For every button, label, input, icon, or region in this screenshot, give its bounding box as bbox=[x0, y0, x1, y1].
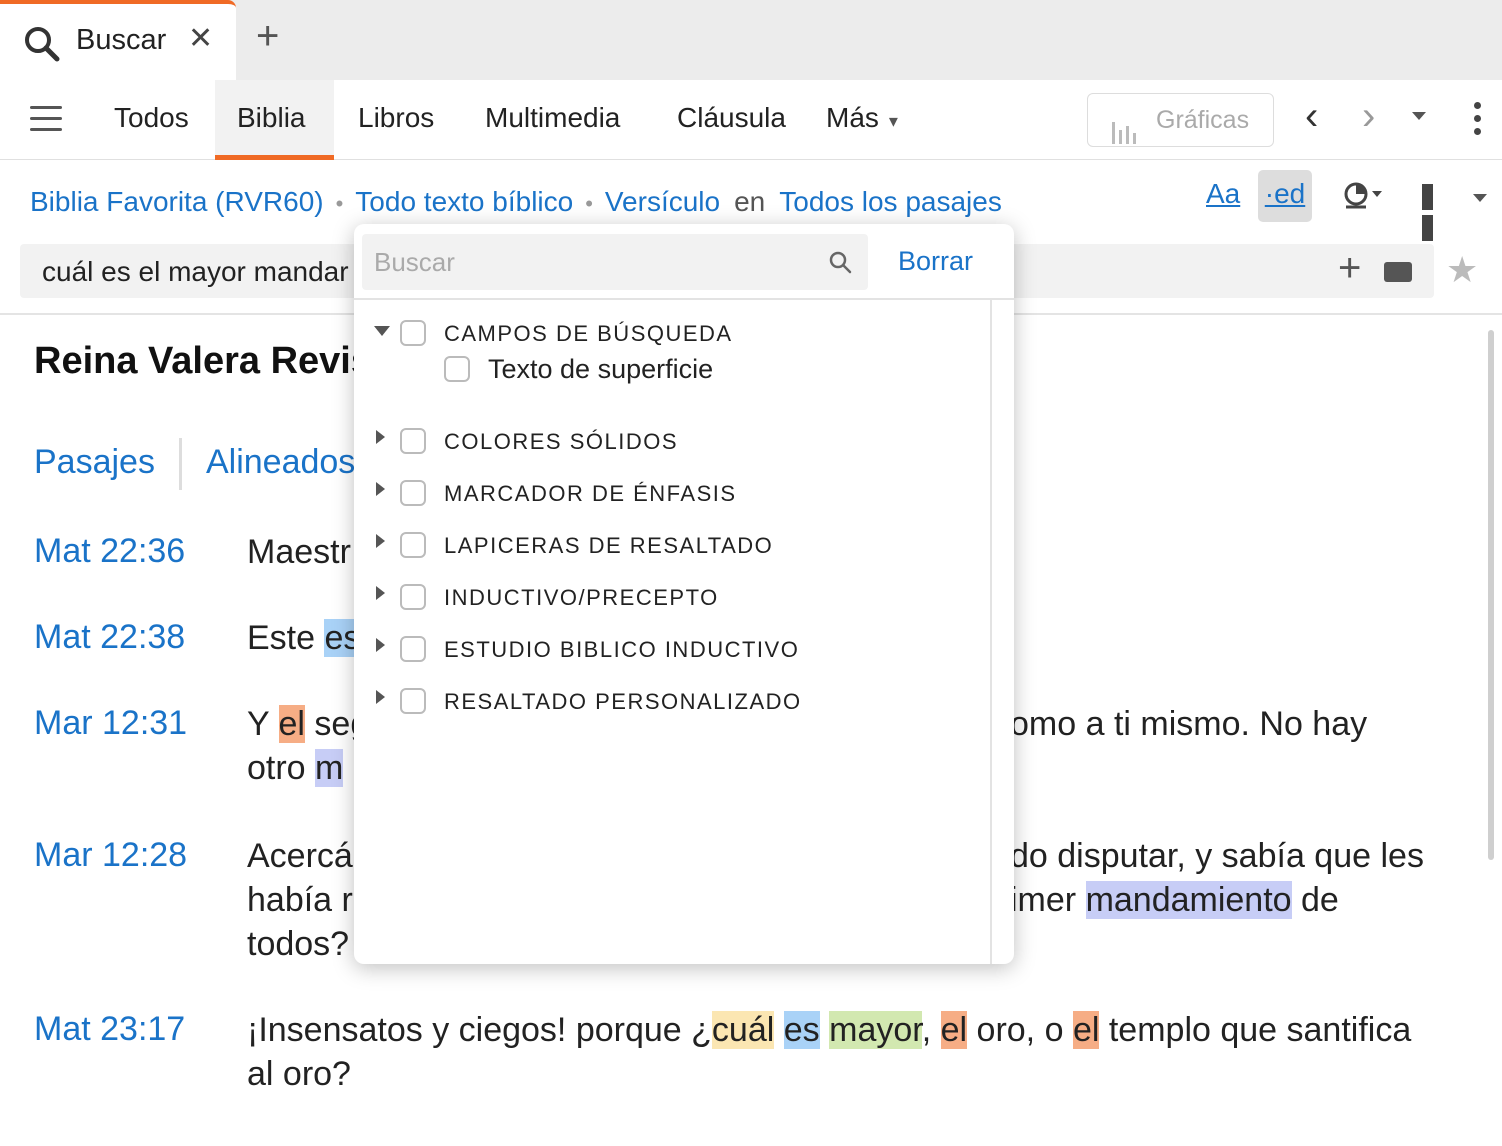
verse-ref[interactable]: Mat 23:17 bbox=[34, 1010, 185, 1049]
checkbox[interactable] bbox=[400, 636, 426, 662]
layout-columns-icon[interactable] bbox=[1422, 184, 1450, 241]
checkbox[interactable] bbox=[400, 480, 426, 506]
tab-search[interactable]: Buscar ✕ bbox=[0, 0, 236, 80]
results-scrollbar[interactable] bbox=[1488, 330, 1494, 860]
verse-text: ¡Insensatos y ciegos! porque ¿cuál es ma… bbox=[247, 1011, 1412, 1093]
search-criteria: Biblia Favorita (RVR60) • Todo texto bíbli… bbox=[30, 186, 1002, 217]
bar-chart-icon bbox=[1112, 110, 1142, 162]
checkbox[interactable] bbox=[400, 688, 426, 714]
star-icon[interactable]: ★ bbox=[1446, 252, 1478, 288]
search-icon bbox=[828, 250, 852, 279]
text-selector[interactable]: Todo texto bíblico bbox=[355, 186, 573, 217]
connector-label: en bbox=[734, 186, 766, 217]
verse-ref[interactable]: Mar 12:28 bbox=[34, 836, 187, 875]
highlight-filter-popup: Borrar CAMPOS DE BÚSQUEDA Texto de super… bbox=[354, 224, 1014, 964]
verse-ref[interactable]: Mat 22:38 bbox=[34, 618, 185, 657]
close-icon[interactable]: ✕ bbox=[188, 24, 213, 54]
forward-icon[interactable]: › bbox=[1362, 96, 1375, 136]
tab-mas[interactable]: Más ▾ bbox=[804, 80, 920, 160]
add-icon[interactable]: + bbox=[1338, 248, 1361, 288]
verse-text-right: omo a ti mismo. No hay bbox=[1010, 705, 1368, 743]
verse-ref[interactable]: Mar 12:31 bbox=[34, 704, 187, 743]
tab-alineados[interactable]: Alineados bbox=[206, 443, 355, 481]
search-icon bbox=[24, 26, 60, 67]
search-query-text: cuál es el mayor mandar bbox=[42, 256, 349, 287]
verse-ref[interactable]: Mat 22:36 bbox=[34, 532, 185, 571]
back-icon[interactable]: ‹ bbox=[1305, 96, 1318, 136]
navigation-bar: Todos Biblia Libros Multimedia Cláusula … bbox=[0, 80, 1502, 160]
tab-libros[interactable]: Libros bbox=[336, 80, 456, 160]
expand-icon[interactable] bbox=[376, 534, 385, 548]
tab-todos[interactable]: Todos bbox=[92, 80, 211, 160]
tab-clausula[interactable]: Cláusula bbox=[655, 80, 808, 160]
checkbox[interactable] bbox=[400, 532, 426, 558]
charts-label: Gráficas bbox=[1156, 106, 1250, 134]
tab-mas-label: Más bbox=[826, 102, 879, 133]
range-selector[interactable]: Todos los pasajes bbox=[779, 186, 1002, 217]
keyboard-icon[interactable] bbox=[1384, 262, 1412, 282]
expand-icon[interactable] bbox=[376, 638, 385, 652]
bible-selector[interactable]: Biblia Favorita (RVR60) bbox=[30, 186, 324, 217]
popup-search-box bbox=[362, 234, 868, 290]
checkbox[interactable] bbox=[400, 584, 426, 610]
menu-icon[interactable] bbox=[30, 106, 62, 132]
expand-icon[interactable] bbox=[376, 690, 385, 704]
more-options-icon[interactable] bbox=[1474, 102, 1482, 141]
new-tab-icon[interactable]: + bbox=[256, 16, 279, 56]
history-dropdown-icon[interactable] bbox=[1412, 112, 1426, 120]
charts-button[interactable]: Gráficas bbox=[1087, 93, 1274, 147]
tab-biblia[interactable]: Biblia bbox=[215, 80, 334, 160]
results-title: Reina Valera Revis bbox=[34, 340, 372, 382]
popup-search-input[interactable] bbox=[374, 242, 814, 282]
tab-strip: Buscar ✕ + bbox=[0, 0, 1502, 80]
clear-button[interactable]: Borrar bbox=[898, 246, 973, 277]
chevron-down-icon: ▾ bbox=[888, 111, 898, 131]
inline-format-button[interactable]: ·ed bbox=[1258, 170, 1312, 222]
popup-scrollbar[interactable] bbox=[990, 300, 992, 964]
font-format-button[interactable]: Aa bbox=[1206, 178, 1240, 210]
visual-filter-icon[interactable] bbox=[1344, 180, 1384, 215]
tab-title: Buscar bbox=[76, 24, 167, 56]
divider bbox=[354, 298, 1014, 300]
expand-icon[interactable] bbox=[376, 586, 385, 600]
unit-selector[interactable]: Versículo bbox=[605, 186, 720, 217]
expand-icon[interactable] bbox=[376, 482, 385, 496]
collapse-icon[interactable] bbox=[374, 326, 390, 336]
tab-pasajes[interactable]: Pasajes bbox=[34, 443, 155, 481]
verse-text-right: do disputar, y sabía que les imer mandam… bbox=[1010, 837, 1424, 919]
checkbox[interactable] bbox=[444, 356, 470, 382]
checkbox[interactable] bbox=[400, 428, 426, 454]
tab-multimedia[interactable]: Multimedia bbox=[463, 80, 642, 160]
checkbox[interactable] bbox=[400, 320, 426, 346]
view-tabs: Pasajes Alineados bbox=[34, 438, 355, 490]
layout-dropdown-icon[interactable] bbox=[1473, 194, 1487, 202]
expand-icon[interactable] bbox=[376, 430, 385, 444]
